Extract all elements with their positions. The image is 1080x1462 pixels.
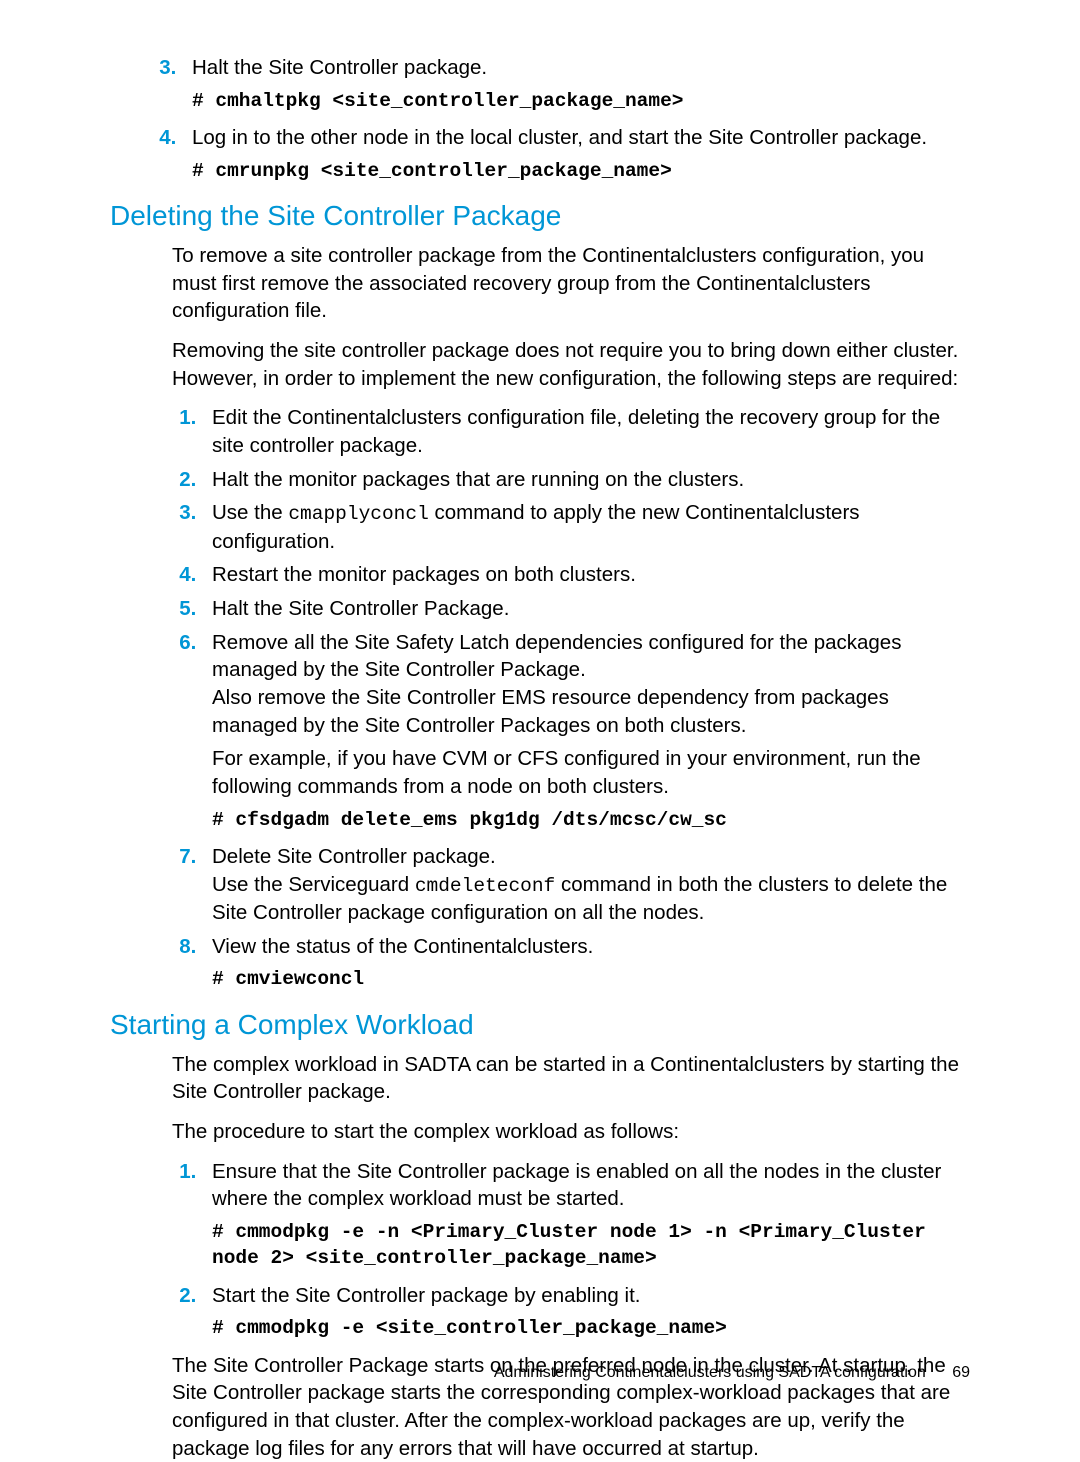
list-item-text: Remove all the Site Safety Latch depende… [212, 631, 901, 682]
list-item: Edit the Continentalclusters configurati… [202, 404, 970, 459]
section2-ordered-list: Ensure that the Site Controller package … [172, 1158, 970, 1342]
list-item: Delete Site Controller package. Use the … [202, 843, 970, 927]
page-number: 69 [952, 1364, 970, 1382]
list-item: Halt the Site Controller package. # cmha… [182, 54, 970, 114]
intro-ordered-list: Halt the Site Controller package. # cmha… [110, 54, 970, 184]
list-item: View the status of the Continentalcluste… [202, 933, 970, 993]
list-item-text: Ensure that the Site Controller package … [212, 1160, 941, 1211]
list-item: Ensure that the Site Controller package … [202, 1158, 970, 1272]
section1-body: To remove a site controller package from… [172, 242, 970, 993]
paragraph: The procedure to start the complex workl… [172, 1118, 970, 1146]
section2-body: The complex workload in SADTA can be sta… [172, 1051, 970, 1462]
section-heading-starting: Starting a Complex Workload [110, 1009, 970, 1041]
command-line: # cmhaltpkg <site_controller_package_nam… [192, 88, 970, 114]
list-item-text: Log in to the other node in the local cl… [192, 126, 927, 149]
section1-ordered-list: Edit the Continentalclusters configurati… [172, 404, 970, 992]
footer-text: Administering Continentalclusters using … [494, 1364, 926, 1381]
page-footer: Administering Continentalclusters using … [494, 1364, 970, 1382]
command-line: # cmrunpkg <site_controller_package_name… [192, 158, 970, 184]
list-item-text: Delete Site Controller package. [212, 845, 496, 868]
list-item: Log in to the other node in the local cl… [182, 124, 970, 184]
list-item-paragraph: For example, if you have CVM or CFS conf… [212, 745, 970, 800]
list-item-text: Halt the Site Controller Package. [212, 597, 509, 620]
command-line: # cmmodpkg -e <site_controller_package_n… [212, 1315, 970, 1341]
list-item-paragraph: Use the Serviceguard cmdeleteconf comman… [212, 871, 970, 927]
list-item: Remove all the Site Safety Latch depende… [202, 629, 970, 833]
list-item: Start the Site Controller package by ena… [202, 1282, 970, 1342]
command-line: # cmviewconcl [212, 966, 970, 992]
inline-code: cmdeleteconf [415, 875, 555, 897]
list-item-text-prefix: Use the [212, 501, 288, 524]
list-item: Halt the monitor packages that are runni… [202, 466, 970, 494]
text-prefix: Use the Serviceguard [212, 873, 415, 896]
list-item-text: Halt the Site Controller package. [192, 56, 487, 79]
command-line: # cmmodpkg -e -n <Primary_Cluster node 1… [212, 1219, 970, 1272]
list-item-text: Edit the Continentalclusters configurati… [212, 406, 940, 457]
section-heading-deleting: Deleting the Site Controller Package [110, 200, 970, 232]
list-item: Restart the monitor packages on both clu… [202, 561, 970, 589]
list-item-text: View the status of the Continentalcluste… [212, 935, 593, 958]
paragraph: The complex workload in SADTA can be sta… [172, 1051, 970, 1106]
paragraph: To remove a site controller package from… [172, 242, 970, 325]
list-item-paragraph: Also remove the Site Controller EMS reso… [212, 684, 970, 739]
command-line: # cfsdgadm delete_ems pkg1dg /dts/mcsc/c… [212, 807, 970, 833]
list-item: Use the cmapplyconcl command to apply th… [202, 499, 970, 555]
list-item: Halt the Site Controller Package. [202, 595, 970, 623]
page: Halt the Site Controller package. # cmha… [0, 0, 1080, 1438]
list-item-text: Restart the monitor packages on both clu… [212, 563, 636, 586]
paragraph: Removing the site controller package doe… [172, 337, 970, 392]
list-item-text: Start the Site Controller package by ena… [212, 1284, 640, 1307]
list-item-text: Halt the monitor packages that are runni… [212, 468, 744, 491]
inline-code: cmapplyconcl [288, 503, 428, 525]
